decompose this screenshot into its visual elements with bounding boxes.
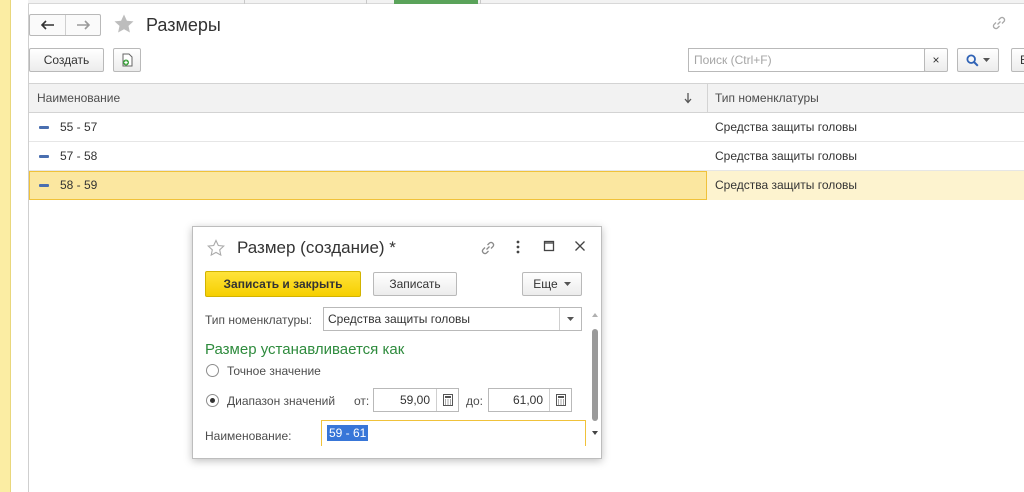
radio-range-label[interactable]: Диапазон значений — [227, 393, 335, 409]
page-title: Размеры — [146, 15, 221, 35]
name-input-value: 59 - 61 — [327, 425, 369, 441]
calculator-button[interactable] — [436, 389, 458, 411]
range-to-input[interactable]: 61,00 — [488, 388, 572, 412]
search-icon — [966, 53, 979, 67]
table-row-selected[interactable]: 58 - 59 Средства защиты головы — [29, 171, 1024, 200]
type-select-value: Средства защиты головы — [328, 312, 471, 326]
active-tab-indicator[interactable] — [394, 0, 478, 4]
more-actions-button[interactable]: Еще — [522, 272, 582, 296]
size-create-dialog: Размер (создание) * Записать и закрыть З… — [192, 226, 602, 459]
tab-separator — [480, 0, 481, 4]
extra-toolbar-button[interactable]: Е — [1011, 48, 1024, 72]
cell-type: Средства защиты головы — [715, 178, 858, 192]
radio-exact-label[interactable]: Точное значение — [227, 363, 321, 379]
column-header-name[interactable]: Наименование — [37, 84, 120, 113]
star-icon[interactable] — [113, 13, 135, 35]
type-select[interactable]: Средства защиты головы — [323, 307, 582, 331]
item-icon — [39, 184, 49, 187]
chevron-down-icon — [983, 57, 990, 62]
column-header-type[interactable]: Тип номенклатуры — [715, 84, 819, 113]
name-label: Наименование: — [205, 429, 292, 443]
cell-name: 55 - 57 — [60, 120, 98, 134]
calculator-icon — [555, 394, 566, 406]
type-select-dropdown-button[interactable] — [559, 308, 581, 330]
radio-range[interactable] — [206, 394, 219, 407]
item-icon — [39, 155, 49, 158]
section-panel-strip — [0, 0, 11, 492]
calculator-button[interactable] — [549, 389, 571, 411]
link-icon[interactable] — [990, 14, 1008, 32]
cell-name: 57 - 58 — [60, 149, 98, 163]
column-separator[interactable] — [707, 84, 708, 113]
size-mode-group-title: Размер устанавливается как — [205, 341, 405, 358]
clear-search-button[interactable]: × — [924, 48, 948, 72]
table-row[interactable]: 57 - 58 Средства защиты головы — [29, 142, 1024, 171]
arrow-left-icon — [40, 20, 54, 30]
create-button[interactable]: Создать — [29, 48, 104, 72]
type-label: Тип номенклатуры: — [205, 313, 313, 327]
selection-highlight — [29, 171, 707, 200]
radio-exact-value[interactable] — [206, 364, 219, 377]
cell-name: 58 - 59 — [60, 178, 98, 192]
copy-button[interactable] — [113, 48, 141, 72]
more-actions-label: Еще — [533, 277, 558, 291]
save-button[interactable]: Записать — [373, 272, 457, 296]
copy-document-icon — [122, 53, 133, 67]
tab-separator — [366, 0, 367, 4]
table-row[interactable]: 55 - 57 Средства защиты головы — [29, 113, 1024, 142]
more-vertical-icon[interactable] — [515, 239, 521, 255]
cell-type: Средства защиты головы — [715, 149, 858, 163]
dialog-scrollbar[interactable] — [590, 311, 600, 451]
link-icon[interactable] — [479, 239, 497, 257]
back-button[interactable] — [30, 15, 65, 35]
range-from-value: 59,00 — [399, 393, 430, 407]
chevron-down-icon — [563, 281, 571, 286]
search-button[interactable] — [957, 48, 999, 72]
maximize-icon[interactable] — [543, 240, 555, 252]
table-header: Наименование Тип номенклатуры — [29, 83, 1024, 113]
navigation-buttons — [29, 14, 101, 36]
star-icon[interactable] — [207, 239, 225, 257]
tab-separator — [244, 0, 245, 4]
calculator-icon — [442, 394, 453, 406]
forward-button[interactable] — [65, 15, 100, 35]
name-input[interactable]: 59 - 61 — [321, 420, 586, 446]
scrollbar-thumb[interactable] — [592, 329, 598, 421]
cell-type: Средства защиты головы — [715, 120, 858, 134]
sort-down-icon[interactable] — [684, 92, 692, 104]
from-label: от: — [354, 394, 370, 408]
to-label: до: — [466, 394, 484, 408]
scroll-down-icon[interactable] — [592, 431, 598, 435]
arrow-right-icon — [77, 20, 90, 30]
item-icon — [39, 126, 49, 129]
range-to-value: 61,00 — [512, 393, 543, 407]
save-and-close-button[interactable]: Записать и закрыть — [205, 271, 361, 297]
scroll-up-icon[interactable] — [592, 313, 598, 317]
range-from-input[interactable]: 59,00 — [373, 388, 459, 412]
window-tabs-strip — [28, 0, 1024, 4]
close-icon[interactable] — [574, 240, 586, 252]
search-input[interactable] — [688, 48, 925, 72]
dialog-title: Размер (создание) * — [237, 238, 396, 257]
chevron-down-icon — [567, 316, 574, 321]
